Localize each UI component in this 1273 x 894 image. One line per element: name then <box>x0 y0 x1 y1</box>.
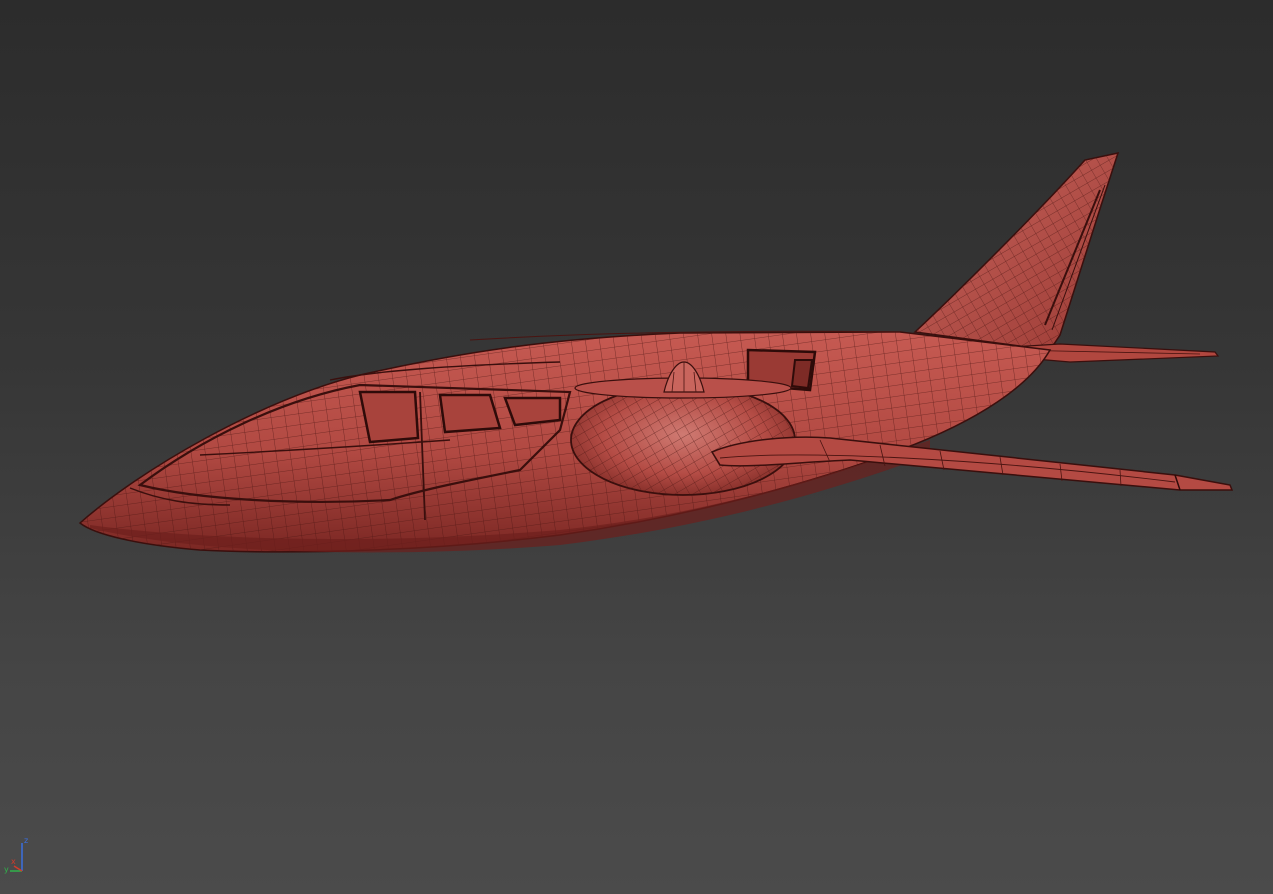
cabin-window <box>438 393 502 434</box>
3d-viewport[interactable]: z y x <box>0 0 1273 894</box>
fuselage <box>78 330 1052 553</box>
y-axis-label: y <box>4 865 9 874</box>
cabin-window <box>503 396 562 427</box>
z-axis-label: z <box>24 836 28 845</box>
cockpit-window <box>358 390 420 444</box>
aircraft-model[interactable] <box>0 0 1273 894</box>
vertical-fin <box>913 151 1120 351</box>
axis-gizmo[interactable]: z y x <box>2 833 42 878</box>
x-axis-label: x <box>11 857 16 866</box>
